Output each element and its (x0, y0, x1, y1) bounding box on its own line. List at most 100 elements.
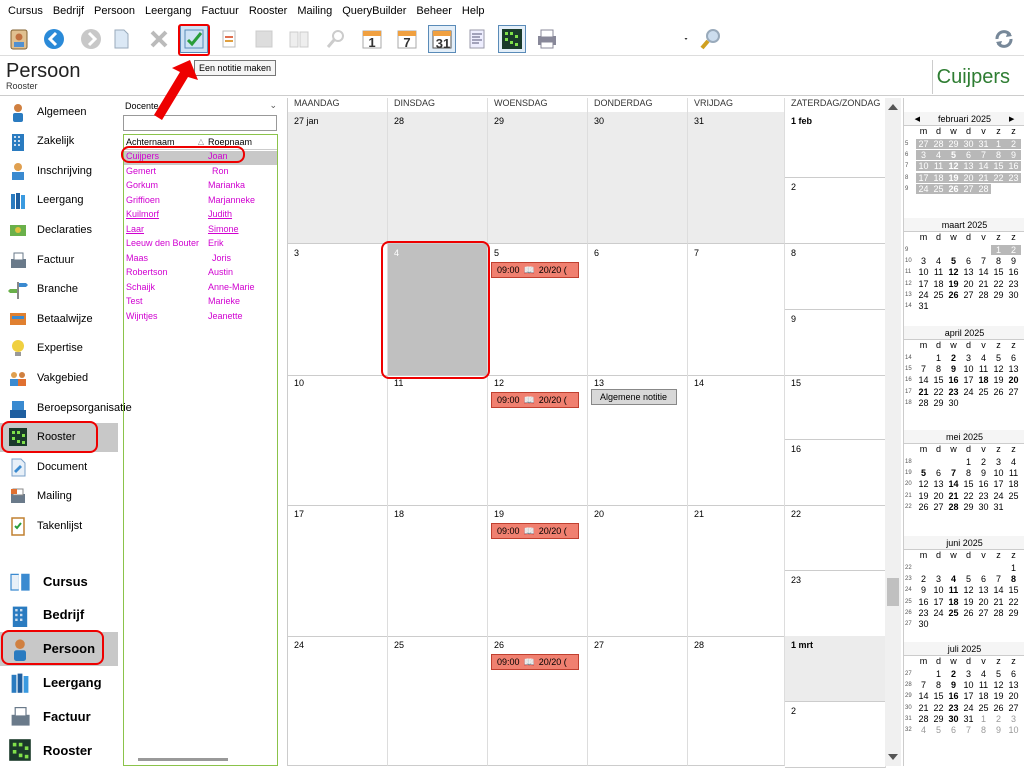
mini-day[interactable]: 29 (1006, 608, 1021, 618)
mini-day[interactable]: 20 (931, 491, 946, 501)
mini-day[interactable]: 7 (916, 680, 931, 690)
mini-day[interactable]: 9 (976, 468, 991, 478)
mini-day[interactable]: 3 (961, 669, 976, 679)
mini-day[interactable]: 21 (976, 279, 991, 289)
mini-day[interactable]: 2 (946, 669, 961, 679)
mini-day[interactable]: 17 (961, 375, 976, 385)
mini-day[interactable]: 20 (1006, 375, 1021, 385)
mini-day[interactable]: 21 (976, 172, 991, 183)
menu-item-beheer[interactable]: Beheer (416, 5, 451, 17)
mini-day[interactable]: 11 (946, 585, 961, 595)
list-icon[interactable] (463, 25, 491, 53)
mini-day[interactable]: 9 (991, 725, 1006, 735)
menu-item-querybuilder[interactable]: QueryBuilder (342, 5, 406, 17)
mini-day[interactable]: 13 (961, 161, 976, 172)
mini-day[interactable]: 7 (916, 364, 931, 374)
mini-day[interactable]: 3 (916, 149, 931, 160)
mini-day[interactable]: 8 (1006, 574, 1021, 584)
mini-day[interactable]: 1 (961, 457, 976, 467)
sidebar-item-mailing[interactable]: Mailing (0, 482, 118, 511)
mini-day[interactable]: 25 (1006, 491, 1021, 501)
list-hscroll[interactable] (138, 758, 228, 761)
list-item[interactable]: Gorkum Marianka (124, 180, 277, 194)
mini-day[interactable]: 19 (991, 375, 1006, 385)
mini-day[interactable]: 28 (976, 183, 991, 194)
mini-day[interactable]: 7 (976, 256, 991, 266)
module-rooster[interactable]: Rooster (0, 733, 118, 767)
mini-day[interactable]: 7 (991, 574, 1006, 584)
mini-day[interactable]: 15 (961, 479, 976, 489)
mini-day[interactable]: 19 (991, 691, 1006, 701)
scroll-up-arrow[interactable] (888, 104, 898, 110)
mini-day[interactable]: 28 (916, 714, 931, 724)
mini-day[interactable]: 9 (916, 585, 931, 595)
mini-day[interactable]: 22 (961, 491, 976, 501)
module-leergang[interactable]: Leergang (0, 665, 118, 699)
sidebar-item-document[interactable]: Document (0, 452, 118, 481)
mini-day[interactable]: 6 (961, 256, 976, 266)
mini-day[interactable]: 25 (931, 290, 946, 300)
mini-day[interactable]: 20 (976, 597, 991, 607)
mini-day[interactable]: 10 (916, 267, 931, 277)
mini-day[interactable]: 14 (916, 691, 931, 701)
mini-day[interactable]: 21 (946, 491, 961, 501)
mini-day[interactable]: 30 (976, 502, 991, 512)
mini-day[interactable]: 15 (1006, 585, 1021, 595)
mini-day[interactable]: 10 (1006, 725, 1021, 735)
scroll-down-arrow[interactable] (888, 754, 898, 760)
sidebar-item-betaalwijze[interactable]: Betaalwijze (0, 304, 118, 333)
mini-day[interactable]: 27 (916, 138, 931, 149)
mini-day[interactable]: 2 (1006, 138, 1021, 149)
day-cell[interactable]: 7 (688, 244, 785, 376)
mini-day[interactable]: 24 (931, 608, 946, 618)
day-cell[interactable]: 28 (388, 112, 488, 244)
new-document-icon[interactable] (107, 25, 135, 53)
day-cell[interactable]: 24 (288, 636, 388, 766)
list-item[interactable]: Test Marieke (124, 296, 277, 310)
mini-day[interactable]: 29 (931, 398, 946, 408)
mini-day[interactable]: 13 (931, 479, 946, 489)
prev-month-icon[interactable]: ◀ (915, 115, 920, 123)
mini-day[interactable]: 18 (946, 597, 961, 607)
mini-day[interactable]: 19 (946, 279, 961, 289)
mini-day[interactable]: 14 (976, 267, 991, 277)
refresh-icon[interactable] (990, 25, 1018, 53)
mini-day[interactable]: 29 (961, 502, 976, 512)
list-item[interactable]: Schaijk Anne-Marie (124, 282, 277, 296)
menu-item-cursus[interactable]: Cursus (8, 5, 43, 17)
mini-day[interactable]: 12 (991, 364, 1006, 374)
mini-day[interactable]: 23 (946, 387, 961, 397)
mini-day[interactable]: 25 (976, 703, 991, 713)
mini-day[interactable]: 27 (931, 502, 946, 512)
list-item[interactable]: Laar Simone (124, 224, 277, 238)
back-icon[interactable] (40, 25, 68, 53)
mini-day[interactable]: 4 (946, 574, 961, 584)
mini-day[interactable]: 10 (916, 161, 931, 172)
mini-day[interactable]: 23 (946, 703, 961, 713)
mini-day[interactable]: 30 (916, 619, 931, 629)
mini-day[interactable]: 18 (976, 375, 991, 385)
mini-day[interactable]: 4 (916, 725, 931, 735)
mini-day[interactable]: 14 (916, 375, 931, 385)
list-item[interactable]: Griffioen Marjanneke (124, 195, 277, 209)
mini-day[interactable]: 14 (976, 161, 991, 172)
mini-day[interactable]: 1 (991, 138, 1006, 149)
mini-day[interactable]: 31 (991, 502, 1006, 512)
mini-day[interactable]: 21 (991, 597, 1006, 607)
mini-day[interactable]: 9 (1006, 256, 1021, 266)
mini-day[interactable]: 17 (961, 691, 976, 701)
mini-day[interactable]: 11 (931, 161, 946, 172)
mini-day[interactable]: 21 (916, 703, 931, 713)
mini-day[interactable]: 31 (976, 138, 991, 149)
mini-day[interactable]: 8 (991, 256, 1006, 266)
mini-day[interactable]: 1 (991, 244, 1006, 255)
week-view-icon[interactable]: 7 (393, 25, 421, 53)
day-cell[interactable]: 20 (588, 505, 688, 637)
mini-day[interactable]: 8 (976, 725, 991, 735)
mini-day[interactable]: 26 (991, 387, 1006, 397)
appointment[interactable]: 09:00 📖 20/20 ( (491, 523, 579, 539)
mini-day[interactable]: 18 (976, 691, 991, 701)
mini-day[interactable]: 7 (976, 149, 991, 160)
mini-day[interactable]: 5 (991, 669, 1006, 679)
search-icon[interactable] (322, 25, 350, 53)
